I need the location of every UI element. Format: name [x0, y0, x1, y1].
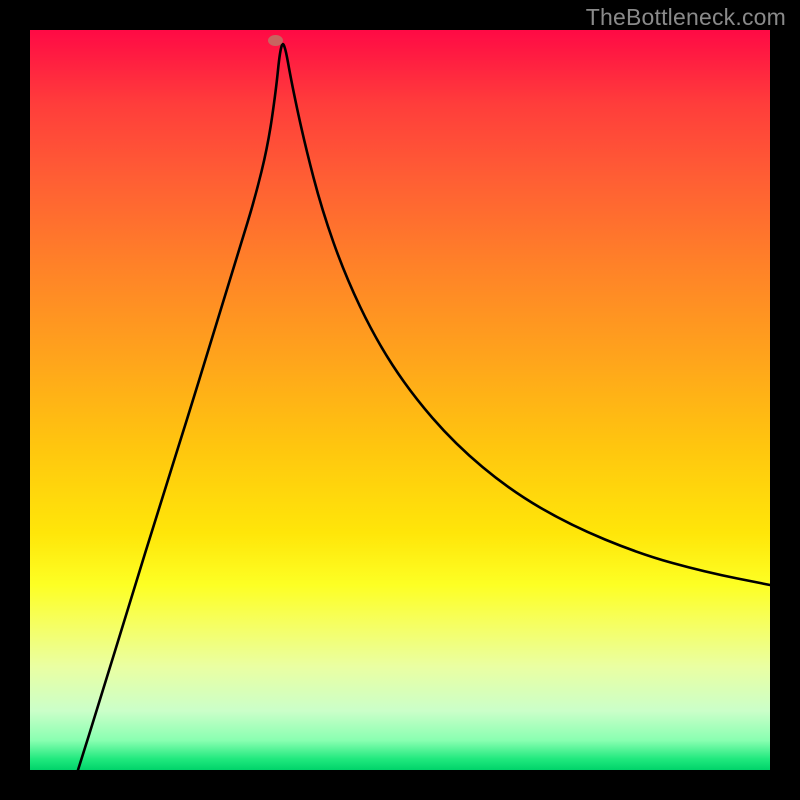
bottleneck-curve	[78, 44, 770, 770]
minimum-marker	[268, 35, 283, 46]
watermark-text: TheBottleneck.com	[586, 4, 786, 31]
plot-area	[30, 30, 770, 770]
curve-svg	[30, 30, 770, 770]
chart-container: TheBottleneck.com	[0, 0, 800, 800]
